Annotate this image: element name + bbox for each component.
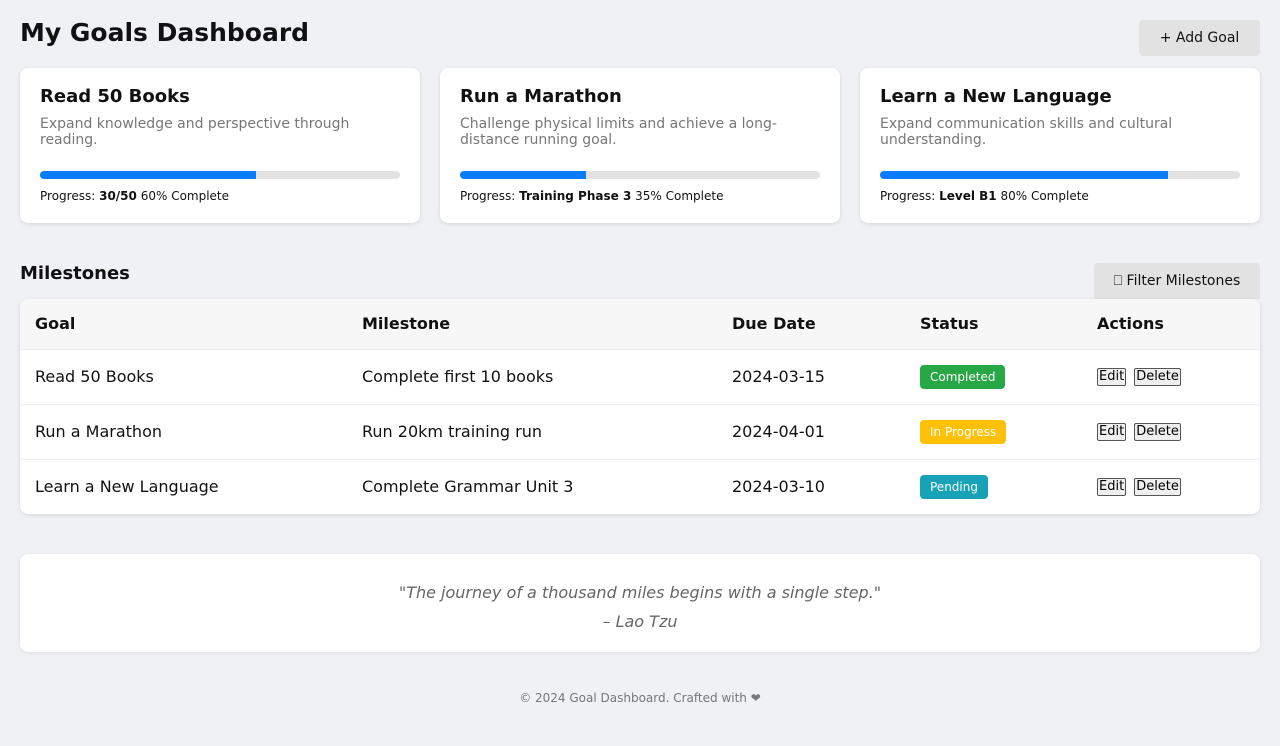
- progress-value: Training Phase 3: [519, 189, 632, 203]
- cell-actions: Edit Delete: [1082, 404, 1260, 460]
- cell-due-date: 2024-03-10: [732, 477, 825, 497]
- progress-prefix: Progress:: [40, 189, 96, 203]
- table-header-row: Goal Milestone Due Date Status Actions: [20, 299, 1260, 350]
- progress-bar: [40, 171, 400, 179]
- column-header-milestone[interactable]: Milestone: [347, 299, 717, 350]
- cell-milestone: Run 20km training run: [347, 404, 717, 460]
- progress-fill: [40, 171, 256, 179]
- goal-title: Read 50 Books: [40, 86, 190, 107]
- goal-title: Learn a New Language: [880, 86, 1112, 107]
- goal-cards: Read 50 Books Expand knowledge and persp…: [20, 68, 1260, 223]
- status-badge: In Progress: [920, 419, 1007, 444]
- goal-card: Learn a New Language Expand communicatio…: [860, 68, 1260, 223]
- cell-actions: Edit Delete: [1082, 349, 1260, 405]
- cell-due-date: 2024-03-15: [717, 349, 905, 405]
- cell-goal: Learn a New Language: [35, 477, 219, 497]
- page-title: My Goals Dashboard: [20, 18, 310, 47]
- footer: © 2024 Goal Dashboard. Crafted with ❤: [519, 691, 761, 705]
- progress-fill: [880, 171, 1168, 179]
- progress-fill: [460, 171, 586, 179]
- edit-button[interactable]: Edit: [1097, 477, 1127, 496]
- quote-card: "The journey of a thousand miles begins …: [20, 554, 1260, 652]
- cell-status: In Progress: [905, 404, 1082, 460]
- edit-button[interactable]: Edit: [1097, 367, 1127, 386]
- cell-goal: Run a Marathon: [20, 404, 347, 460]
- status-badge: Pending: [920, 474, 988, 499]
- progress-prefix: Progress:: [880, 189, 936, 203]
- cell-goal: Read 50 Books: [20, 349, 347, 405]
- table-row: Run a Marathon Run 20km training run 202…: [20, 404, 1260, 460]
- progress-percent: 35% Complete: [635, 189, 724, 203]
- goal-card: Read 50 Books Expand knowledge and persp…: [20, 68, 420, 223]
- column-header-actions: Actions: [1082, 299, 1260, 350]
- progress-bar: [880, 171, 1240, 179]
- cell-status: Completed: [905, 349, 1082, 405]
- table-row: Learn a New Language Complete Grammar Un…: [20, 459, 1260, 514]
- delete-button[interactable]: Delete: [1134, 367, 1181, 386]
- add-goal-button[interactable]: + Add Goal: [1139, 20, 1260, 56]
- progress-text: Progress: 30/50 60% Complete: [40, 188, 229, 204]
- delete-button[interactable]: Delete: [1134, 477, 1181, 496]
- progress-prefix: Progress:: [460, 189, 516, 203]
- status-badge: Completed: [920, 364, 1006, 389]
- table-row: Read 50 Books Complete first 10 books 20…: [20, 349, 1260, 405]
- cell-milestone: Complete Grammar Unit 3: [362, 477, 574, 497]
- cell-due-date: 2024-04-01: [717, 404, 905, 460]
- cell-milestone: Complete first 10 books: [347, 349, 717, 405]
- milestones-title: Milestones: [20, 263, 130, 284]
- progress-value: 30/50: [99, 189, 137, 203]
- edit-button[interactable]: Edit: [1097, 422, 1127, 441]
- header: My Goals Dashboard + Add Goal: [20, 18, 1260, 58]
- progress-value: Level B1: [939, 189, 997, 203]
- delete-button[interactable]: Delete: [1134, 422, 1181, 441]
- progress-percent: 80% Complete: [1000, 189, 1089, 203]
- goal-description: Expand knowledge and perspective through…: [40, 116, 350, 148]
- progress-percent: 60% Complete: [140, 189, 230, 203]
- goal-card: Run a Marathon Challenge physical limits…: [440, 68, 840, 223]
- column-header-goal[interactable]: Goal: [20, 299, 347, 350]
- cell-actions: Edit Delete: [1082, 459, 1260, 514]
- quote-text: "The journey of a thousand miles begins …: [398, 583, 882, 602]
- progress-text: Progress: Level B1 80% Complete: [880, 188, 1089, 204]
- progress-text: Progress: Training Phase 3 35% Complete: [460, 188, 723, 204]
- milestones-table: Goal Milestone Due Date Status Actions R…: [20, 299, 1260, 514]
- progress-bar: [460, 171, 820, 179]
- goal-description: Expand communication skills and cultural…: [880, 116, 1173, 148]
- cell-status: Pending: [905, 459, 1082, 514]
- goal-description: Challenge physical limits and achieve a …: [460, 116, 777, 148]
- quote-author: – Lao Tzu: [602, 612, 678, 631]
- column-header-due-date[interactable]: Due Date: [717, 299, 905, 350]
- goal-title: Run a Marathon: [460, 86, 622, 107]
- column-header-status[interactable]: Status: [905, 299, 1082, 350]
- filter-milestones-button[interactable]: ⎕ Filter Milestones: [1094, 263, 1260, 299]
